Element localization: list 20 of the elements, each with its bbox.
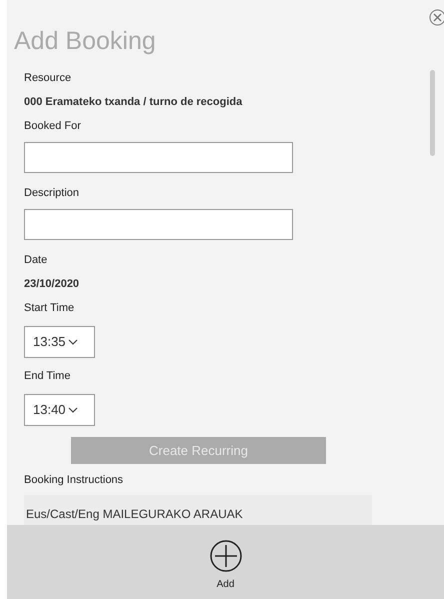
instructions-text: Eus/Cast/Eng MAILEGURAKO ARAUAK — [26, 507, 244, 521]
field-label: Resource — [24, 71, 72, 86]
field-label: End Time — [24, 369, 72, 384]
field-label: Booked For — [24, 119, 82, 134]
field-label: Start Time — [24, 301, 76, 316]
field-label: Date — [24, 253, 48, 268]
plus-circle-icon — [208, 539, 242, 573]
instructions-label: Booking Instructions — [24, 473, 124, 488]
dialog-title: Add Booking — [14, 26, 157, 56]
add-button[interactable]: Add — [208, 525, 242, 599]
close-icon[interactable] — [429, 9, 444, 26]
field-value: 000 Eramateko txanda / turno de recogida — [24, 95, 244, 110]
time-select[interactable]: 13:35 — [24, 326, 95, 358]
chevron-down-icon — [68, 407, 78, 413]
field-label: Description — [24, 186, 80, 201]
time-select[interactable]: 13:40 — [24, 394, 95, 426]
chevron-down-icon — [68, 339, 78, 345]
input-field[interactable] — [24, 142, 293, 173]
input-field[interactable] — [24, 209, 293, 240]
field-value: 23/10/2020 — [24, 277, 80, 292]
